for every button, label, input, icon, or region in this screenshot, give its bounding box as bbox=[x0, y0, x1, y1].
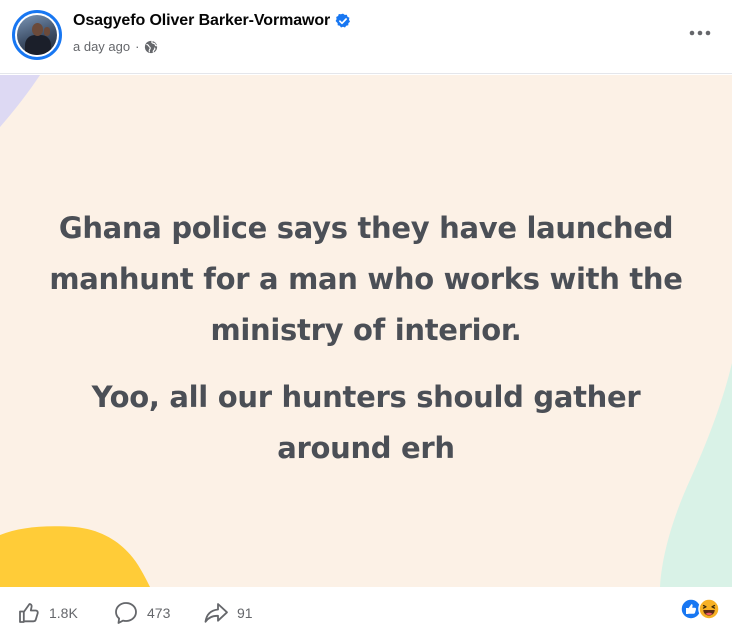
post-text-content: Ghana police says they have launched man… bbox=[30, 203, 702, 474]
post-timestamp[interactable]: a day ago bbox=[73, 39, 130, 54]
comment-button[interactable]: 473 bbox=[113, 598, 170, 628]
share-count: 91 bbox=[237, 605, 253, 621]
verified-badge-icon bbox=[335, 13, 351, 28]
like-button[interactable]: 1.8K bbox=[17, 598, 78, 628]
author-line: Osagyefo Oliver Barker-Vormawor bbox=[73, 12, 351, 30]
comment-count: 473 bbox=[147, 605, 171, 621]
thumbs-up-icon bbox=[19, 603, 39, 623]
post-header: Osagyefo Oliver Barker-Vormawor a day ag… bbox=[0, 0, 732, 74]
share-button[interactable]: 91 bbox=[203, 598, 253, 628]
like-count: 1.8K bbox=[49, 605, 78, 621]
post-footer: 1.8K 473 91 bbox=[0, 588, 732, 641]
author-name-link[interactable]: Osagyefo Oliver Barker-Vormawor bbox=[73, 12, 330, 30]
author-avatar[interactable] bbox=[12, 10, 62, 60]
more-options-button[interactable] bbox=[682, 18, 718, 48]
comment-bubble-icon bbox=[115, 602, 137, 624]
post-text-paragraph: Yoo, all our hunters should gather aroun… bbox=[91, 380, 641, 465]
post-meta: a day ago · bbox=[73, 39, 158, 54]
avatar-photo bbox=[17, 15, 57, 55]
haha-reaction-icon bbox=[698, 598, 720, 620]
post-background-card[interactable]: Ghana police says they have launched man… bbox=[0, 75, 732, 587]
meta-separator: · bbox=[135, 39, 140, 54]
more-options-icon bbox=[689, 30, 711, 36]
globe-icon[interactable] bbox=[144, 40, 158, 54]
reactions-summary[interactable] bbox=[680, 598, 720, 620]
post-text-paragraph: Ghana police says they have launched man… bbox=[49, 211, 683, 347]
share-arrow-icon bbox=[204, 603, 228, 623]
